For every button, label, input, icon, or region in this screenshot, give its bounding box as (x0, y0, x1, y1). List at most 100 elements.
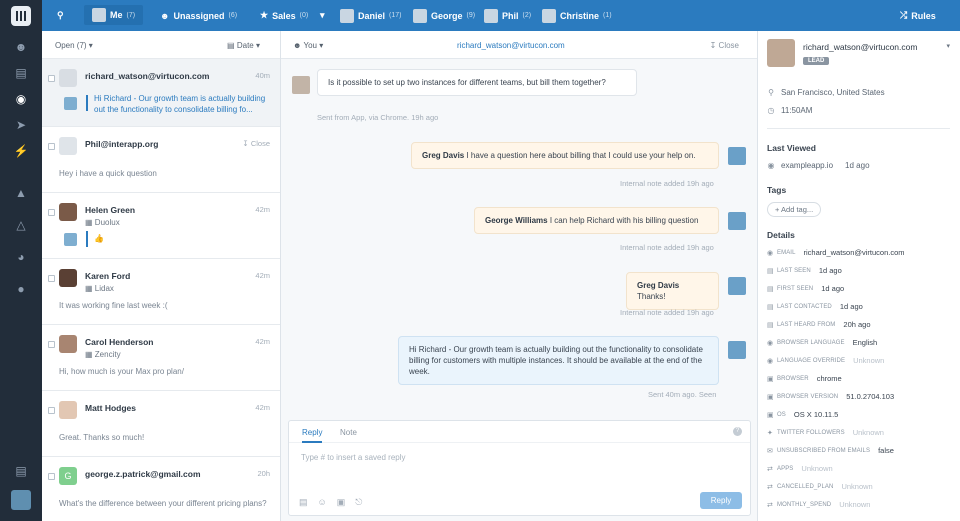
search-icon[interactable]: ⚲ (57, 0, 64, 31)
calendar-icon: ▤ (227, 41, 235, 50)
send-reply-button[interactable]: Reply (700, 492, 742, 509)
message-meta: Internal note added 19h ago (620, 243, 714, 252)
user-avatar[interactable] (11, 490, 31, 510)
people-icon[interactable]: ☻ (0, 36, 42, 58)
globe-icon: ◉ (767, 161, 775, 170)
checkbox[interactable] (48, 209, 55, 216)
help-icon[interactable]: ? (733, 427, 742, 436)
image-icon[interactable]: ▣ (337, 497, 346, 508)
send-icon[interactable]: ➤ (0, 114, 42, 136)
tab-reply[interactable]: Reply (302, 428, 323, 443)
inbox-daniel[interactable]: Daniel (17) (340, 0, 401, 31)
book-icon[interactable]: ▤ (0, 460, 42, 482)
agent-avatar (64, 233, 77, 246)
agent-avatar (728, 341, 746, 359)
conversation-preview: Hi, how much is your Max pro plan/ (59, 367, 184, 376)
checkbox[interactable] (48, 473, 55, 480)
list-item[interactable]: Carol Henderson 42m ▦ Zencity Hi, how mu… (42, 325, 280, 391)
app-logo[interactable] (11, 6, 31, 26)
bulb-icon[interactable]: ◕ (0, 246, 42, 268)
list-item[interactable]: G george.z.patrick@gmail.com 20h What's … (42, 457, 280, 521)
help-icon[interactable]: ● (0, 278, 42, 300)
detail-value: Unknown (801, 464, 833, 473)
conversation-email[interactable]: richard_watson@virtucon.com (457, 41, 565, 50)
company-name: ▦ Zencity (85, 350, 121, 359)
rules-button[interactable]: ⤮ Rules (900, 0, 936, 31)
list-item[interactable]: Karen Ford 42m ▦ Lidax It was working fi… (42, 259, 280, 325)
detail-key: OS (777, 411, 786, 418)
conversation-preview: Great. Thanks so much! (59, 433, 145, 442)
list-item[interactable]: richard_watson@virtucon.com 40m Hi Richa… (42, 59, 280, 127)
emoji-icon[interactable]: ☺ (318, 497, 327, 508)
close-conversation-button[interactable]: ↧ Close (710, 41, 739, 50)
detail-row: ▣ Browser chrome (767, 374, 842, 383)
list-item[interactable]: Matt Hodges 42m Great. Thanks so much! (42, 391, 280, 457)
conversation-name: Matt Hodges (85, 403, 136, 413)
checkbox[interactable] (48, 407, 55, 414)
detail-row: ⇄ Monthly_spend Unknown (767, 500, 870, 509)
detail-value: Unknown (852, 428, 884, 437)
detail-value: 20h ago (843, 320, 871, 329)
close-button[interactable]: ↧ Close (242, 139, 270, 148)
chevron-down-icon[interactable]: ▾ (946, 42, 950, 50)
inbox-phil-count: (2) (522, 12, 532, 19)
conversation-name: Carol Henderson (85, 337, 154, 347)
attachment-icon[interactable]: ⎋ (355, 497, 362, 508)
checkbox[interactable] (48, 341, 55, 348)
add-tag-button[interactable]: + Add tag... (767, 202, 822, 217)
local-time-row: ◷ 11:50AM (767, 106, 813, 115)
chevron-down-icon[interactable]: ▾ (320, 0, 325, 31)
inbox-unassigned[interactable]: ☻ Unassigned (6) (160, 0, 237, 31)
sort-dropdown[interactable]: ▤ Date ▾ (227, 41, 260, 50)
internal-note: Greg Davis I have a question here about … (411, 142, 719, 169)
hat-icon[interactable]: ▲ (0, 182, 42, 204)
building-icon: ▦ (85, 218, 93, 227)
detail-row: ▤ Last heard from 20h ago (767, 320, 871, 329)
inbox-topbar: ⚲ Me (7) ☻ Unassigned (6) ★ Sales (0) ▾ … (42, 0, 960, 31)
message-meta: Sent 40m ago. Seen (648, 390, 717, 399)
conversation-name: Karen Ford (85, 271, 131, 281)
detail-row: ▣ Browser version 51.0.2704.103 (767, 392, 894, 401)
avatar (59, 69, 77, 87)
conversation-name: george.z.patrick@gmail.com (85, 469, 201, 479)
checkbox[interactable] (48, 275, 55, 282)
detail-value: 1d ago (821, 284, 845, 293)
assignee-dropdown[interactable]: ☻ You ▾ (293, 41, 323, 50)
detail-value: chrome (816, 374, 842, 383)
reply-input[interactable]: Type # to insert a saved reply (301, 453, 406, 462)
last-viewed-site[interactable]: exampleapp.io (781, 161, 833, 170)
saved-reply-icon[interactable]: ▤ (299, 497, 308, 508)
inbox-george-count: (9) (466, 12, 476, 19)
globe-icon: ◉ (767, 339, 774, 347)
list-item[interactable]: Helen Green 42m ▦ Duolux 👍 (42, 193, 280, 259)
detail-row: ✉ Unsubscribed from emails false (767, 446, 894, 455)
lead-badge: LEAD (803, 57, 830, 65)
rocket-icon[interactable]: △ (0, 214, 42, 236)
at-icon: ◉ (767, 249, 774, 257)
bolt-icon[interactable]: ⚡ (0, 140, 42, 162)
list-item[interactable]: Phil@interapp.org ↧ Close Hey i have a q… (42, 127, 280, 193)
checkbox[interactable] (48, 75, 55, 82)
open-filter[interactable]: Open (7) ▾ (55, 41, 93, 50)
last-viewed-time: 1d ago (845, 161, 870, 170)
checkbox[interactable] (48, 143, 55, 150)
detail-key: Browser language (777, 339, 845, 346)
swap-icon: ⇄ (767, 501, 773, 509)
inbox-christine[interactable]: Christine (1) (542, 0, 612, 31)
company-name: ▦ Lidax (85, 284, 114, 293)
reports-icon[interactable]: ▤ (0, 62, 42, 84)
inbox-me[interactable]: Me (7) (84, 5, 144, 25)
inbox-phil[interactable]: Phil (2) (484, 0, 531, 31)
assignee-label: You (303, 41, 318, 50)
inbox-george[interactable]: George (9) (413, 0, 475, 31)
detail-key: Twitter followers (777, 429, 845, 436)
detail-key: Unsubscribed from emails (777, 447, 871, 454)
conversation-time: 42m (255, 205, 270, 214)
tab-note[interactable]: Note (340, 428, 357, 437)
message-text: I can help Richard with his billing ques… (549, 216, 699, 225)
detail-key: Last contacted (777, 303, 832, 310)
shuffle-icon: ⤮ (900, 10, 908, 20)
agent-avatar (728, 212, 746, 230)
inbox-chat-icon[interactable]: ◉ (0, 88, 42, 110)
inbox-sales[interactable]: ★ Sales (0) (260, 0, 308, 31)
